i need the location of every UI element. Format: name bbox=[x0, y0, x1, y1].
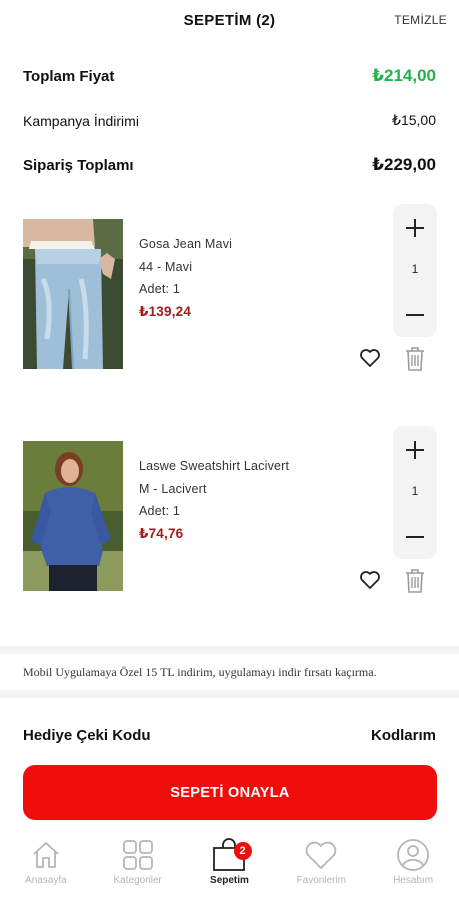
quantity-stepper: 1 bbox=[393, 204, 437, 337]
increase-quantity-button[interactable] bbox=[393, 210, 437, 246]
tab-home[interactable]: Anasayfa bbox=[0, 838, 92, 900]
tab-favorites[interactable]: Favorilerim bbox=[275, 838, 367, 900]
promo-text: Mobil Uygulamaya Özel 15 TL indirim, uyg… bbox=[23, 665, 377, 679]
quantity-stepper: 1 bbox=[393, 426, 437, 559]
product-name[interactable]: Laswe Sweatshirt Lacivert bbox=[139, 455, 289, 478]
tab-label: Sepetim bbox=[210, 875, 249, 886]
order-total-value: ₺229,00 bbox=[372, 155, 436, 174]
product-price: ₺74,76 bbox=[139, 525, 184, 541]
cart-item: Gosa Jean Mavi 44 - Mavi Adet: 1 ₺139,24… bbox=[0, 204, 459, 419]
minus-icon bbox=[406, 314, 424, 316]
quantity-value: 1 bbox=[411, 262, 419, 276]
order-total-label: Sipariş Toplamı bbox=[23, 156, 134, 174]
tab-account[interactable]: Hesabım bbox=[367, 838, 459, 900]
page-title: SEPETİM (2) bbox=[183, 12, 276, 29]
header: SEPETİM (2) TEMİZLE bbox=[0, 0, 459, 42]
trash-icon bbox=[406, 569, 424, 593]
tab-cart[interactable]: 2 Sepetim bbox=[184, 838, 276, 900]
my-codes-link[interactable]: Kodlarım bbox=[371, 727, 436, 744]
tab-label: Favorilerim bbox=[296, 875, 347, 886]
bottom-tab-bar: Anasayfa Kategoriler 2 Sepetim Favoriler… bbox=[0, 838, 459, 900]
summary-discount-row: Kampanya İndirimi ₺15,00 bbox=[23, 112, 436, 129]
product-info: Laswe Sweatshirt Lacivert M - Lacivert A… bbox=[139, 455, 289, 545]
add-to-favorites-button[interactable] bbox=[358, 568, 382, 592]
product-price: ₺139,24 bbox=[139, 303, 192, 319]
minus-icon bbox=[406, 536, 424, 538]
tab-label: Kategoriler bbox=[113, 875, 162, 886]
summary-order-row: Sipariş Toplamı ₺229,00 bbox=[23, 155, 436, 175]
clear-cart-button[interactable]: TEMİZLE bbox=[394, 13, 447, 27]
user-icon bbox=[396, 838, 430, 872]
increase-quantity-button[interactable] bbox=[393, 432, 437, 468]
tab-label: Anasayfa bbox=[25, 875, 67, 886]
trash-icon bbox=[406, 347, 424, 371]
tab-categories[interactable]: Kategoriler bbox=[92, 838, 184, 900]
remove-item-button[interactable] bbox=[403, 346, 427, 372]
discount-label: Kampanya İndirimi bbox=[23, 112, 139, 129]
gift-code-label[interactable]: Hediye Çeki Kodu bbox=[23, 727, 151, 744]
add-to-favorites-button[interactable] bbox=[358, 346, 382, 370]
cart-item: Laswe Sweatshirt Lacivert M - Lacivert A… bbox=[0, 426, 459, 641]
heart-icon bbox=[360, 571, 380, 589]
tab-label: Hesabım bbox=[393, 875, 434, 886]
remove-item-button[interactable] bbox=[403, 568, 427, 594]
divider bbox=[0, 646, 459, 654]
decrease-quantity-button[interactable] bbox=[393, 519, 437, 555]
cart-count-badge: 2 bbox=[233, 842, 252, 860]
product-info: Gosa Jean Mavi 44 - Mavi Adet: 1 ₺139,24 bbox=[139, 233, 232, 323]
product-image-jeans[interactable] bbox=[23, 219, 123, 369]
product-name[interactable]: Gosa Jean Mavi bbox=[139, 233, 232, 256]
product-image-sweatshirt[interactable] bbox=[23, 441, 123, 591]
heart-icon bbox=[360, 349, 380, 367]
quantity-value: 1 bbox=[411, 484, 419, 498]
discount-value: ₺15,00 bbox=[392, 112, 436, 128]
product-quantity-text: Adet: 1 bbox=[139, 504, 181, 518]
total-price-value: ₺214,00 bbox=[372, 66, 436, 85]
total-price-label: Toplam Fiyat bbox=[23, 67, 115, 85]
heart-icon bbox=[304, 838, 338, 872]
plus-icon bbox=[406, 441, 424, 459]
plus-icon bbox=[406, 219, 424, 237]
divider bbox=[0, 690, 459, 698]
home-icon bbox=[29, 838, 63, 872]
grid-icon bbox=[121, 838, 155, 872]
summary-total-row: Toplam Fiyat ₺214,00 bbox=[23, 66, 436, 86]
product-variant: 44 - Mavi bbox=[139, 259, 193, 274]
decrease-quantity-button[interactable] bbox=[393, 297, 437, 333]
gift-code-row: Hediye Çeki Kodu Kodlarım bbox=[23, 727, 436, 744]
product-variant: M - Lacivert bbox=[139, 481, 207, 496]
confirm-cart-button[interactable]: SEPETİ ONAYLA bbox=[23, 765, 437, 820]
product-quantity-text: Adet: 1 bbox=[139, 282, 181, 296]
